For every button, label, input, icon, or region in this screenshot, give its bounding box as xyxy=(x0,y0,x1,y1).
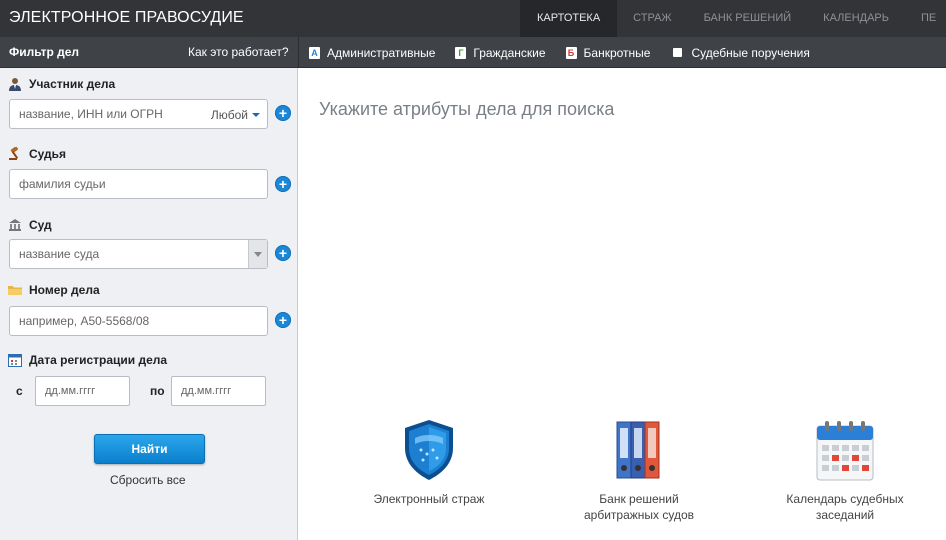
calendar-large-icon xyxy=(816,421,874,481)
tab-more[interactable]: ПЕ xyxy=(905,0,946,37)
date-from-input[interactable] xyxy=(36,377,129,405)
tab-kartoteka[interactable]: КАРТОТЕКА xyxy=(520,0,618,37)
case-type-bankruptcy[interactable]: Б Банкротные xyxy=(565,45,651,60)
civil-case-icon: Г xyxy=(455,46,467,59)
participant-field: Любой xyxy=(9,99,268,129)
top-bar: ЭЛЕКТРОННОЕ ПРАВОСУДИЕ КАРТОТЕКА СТРАЖ Б… xyxy=(0,0,946,37)
case-type-label: Банкротные xyxy=(583,45,651,60)
registration-date-label: Дата регистрации дела xyxy=(8,353,167,367)
case-number-label: Номер дела xyxy=(8,283,100,297)
top-nav: КАРТОТЕКА СТРАЖ БАНК РЕШЕНИЙ КАЛЕНДАРЬ П… xyxy=(520,0,946,37)
case-type-filters: А Административные Г Гражданские Б Банкр… xyxy=(309,37,830,68)
judge-label: Судья xyxy=(8,146,66,161)
how-it-works-link[interactable]: Как это работает? xyxy=(188,45,289,59)
add-participant-button[interactable]: + xyxy=(275,105,291,121)
case-number-input[interactable] xyxy=(10,307,267,335)
add-court-button[interactable]: + xyxy=(275,245,291,261)
court-label: Суд xyxy=(8,218,52,232)
tile-court-calendar[interactable]: Календарь судебных заседаний xyxy=(780,418,910,523)
gavel-icon xyxy=(8,146,22,161)
case-type-label: Гражданские xyxy=(473,45,546,60)
case-type-court-orders[interactable]: Судебные поручения xyxy=(670,45,810,60)
tile-label: Электронный страж xyxy=(373,492,485,506)
reset-link[interactable]: Сбросить все xyxy=(110,473,186,487)
case-number-field xyxy=(9,306,268,336)
calendar-icon xyxy=(8,353,22,367)
tile-label-line2: арбитражных судов xyxy=(583,508,695,522)
brand-title[interactable]: ЭЛЕКТРОННОЕ ПРАВОСУДИЕ xyxy=(9,9,244,27)
participant-role-select[interactable]: Любой xyxy=(211,108,260,122)
case-type-label: Административные xyxy=(327,45,436,60)
tile-label: Банк решений xyxy=(599,492,679,506)
filter-title: Фильтр дел xyxy=(9,45,80,59)
tab-bank-resheniy[interactable]: БАНК РЕШЕНИЙ xyxy=(688,0,808,37)
case-type-civil[interactable]: Г Гражданские xyxy=(455,45,546,60)
shield-icon xyxy=(405,420,453,480)
tile-electronic-guard[interactable]: Электронный страж xyxy=(369,418,489,507)
search-hint: Укажите атрибуты дела для поиска xyxy=(319,99,615,119)
chevron-down-icon xyxy=(252,113,260,117)
divider xyxy=(298,37,299,68)
admin-case-icon: А xyxy=(309,46,320,59)
case-type-administrative[interactable]: А Административные xyxy=(309,46,435,60)
tile-decisions-bank[interactable]: Банк решений арбитражных судов xyxy=(574,418,704,523)
date-to-input[interactable] xyxy=(172,377,265,405)
user-icon xyxy=(8,77,22,91)
courthouse-icon xyxy=(8,218,22,232)
bankruptcy-case-icon: Б xyxy=(565,46,577,59)
participant-label: Участник дела xyxy=(8,77,115,91)
add-judge-button[interactable]: + xyxy=(275,176,291,192)
main-content: Укажите атрибуты дела для поиска Электро… xyxy=(299,68,946,540)
participant-input[interactable] xyxy=(10,100,200,128)
find-button[interactable]: Найти xyxy=(94,434,205,464)
folder-icon xyxy=(8,283,22,297)
date-to-field xyxy=(171,376,266,406)
court-input[interactable] xyxy=(10,240,245,268)
binders-icon xyxy=(616,421,660,479)
court-dropdown-button[interactable] xyxy=(248,240,267,268)
date-from-label: с xyxy=(16,384,23,398)
checkbox-icon[interactable] xyxy=(673,48,683,57)
date-to-label: по xyxy=(150,384,165,398)
add-case-number-button[interactable]: + xyxy=(275,312,291,328)
judge-field xyxy=(9,169,268,199)
tile-label: Календарь судебных xyxy=(786,492,904,506)
tab-strazh[interactable]: СТРАЖ xyxy=(617,0,687,37)
tile-label-line2: заседаний xyxy=(815,508,875,522)
filter-bar: Фильтр дел Как это работает? А Администр… xyxy=(0,37,946,68)
case-type-label: Судебные поручения xyxy=(691,45,810,60)
date-from-field xyxy=(35,376,130,406)
tab-kalendar[interactable]: КАЛЕНДАРЬ xyxy=(807,0,905,37)
filter-panel: Участник дела Любой + Судья + Суд + Номе xyxy=(0,68,298,540)
judge-input[interactable] xyxy=(10,170,267,198)
court-field xyxy=(9,239,268,269)
